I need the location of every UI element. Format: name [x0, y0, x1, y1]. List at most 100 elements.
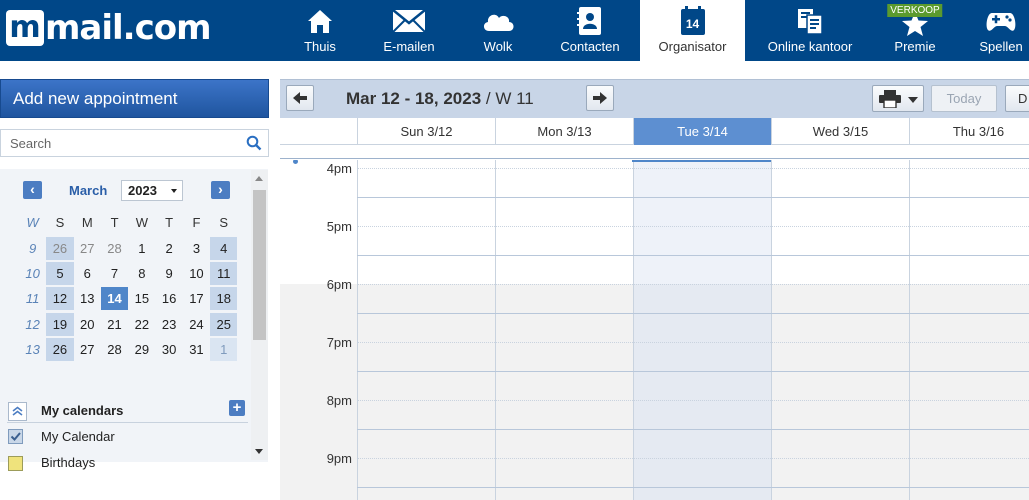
mini-calendar-day[interactable]: 26 [46, 236, 74, 260]
hour-label: 4pm [326, 161, 352, 176]
nav-premie[interactable]: VERKOOP Premie [885, 0, 945, 61]
nav-wolk[interactable]: Wolk [478, 0, 518, 61]
nav-label: Contacten [560, 39, 620, 54]
mini-calendar-day[interactable]: 10 [183, 262, 210, 285]
mini-calendar-day[interactable]: 11 [210, 261, 238, 285]
search-input[interactable] [10, 135, 230, 151]
mini-calendar-day[interactable]: 14 [100, 287, 129, 311]
day-header[interactable]: Sun 3/12 [357, 118, 495, 145]
date-range: Mar 12 - 18, 2023 [346, 89, 482, 108]
scroll-down-arrow-icon[interactable] [255, 449, 263, 454]
day-column[interactable] [495, 160, 633, 500]
mini-calendar-day[interactable]: 18 [210, 287, 238, 311]
date-range-title: Mar 12 - 18, 2023 / W 11 [346, 89, 534, 109]
week-number[interactable]: 9 [19, 237, 46, 260]
mini-calendar-day[interactable]: 23 [155, 313, 182, 336]
add-calendar-button[interactable]: + [229, 400, 245, 416]
day-column[interactable] [357, 160, 495, 500]
mini-calendar-day[interactable]: 19 [46, 312, 74, 336]
nav-organisator[interactable]: 14 Organisator [640, 0, 745, 61]
mini-calendar-day[interactable]: 1 [128, 237, 155, 260]
mini-calendar-day[interactable]: 13 [74, 287, 101, 310]
mini-calendar-day[interactable]: 12 [46, 287, 74, 311]
today-button[interactable]: Today [931, 85, 997, 112]
nav-thuis[interactable]: Thuis [296, 0, 344, 61]
mini-calendar-day[interactable]: 28 [101, 338, 128, 361]
next-month-button[interactable]: › [211, 181, 230, 199]
mini-calendar-day[interactable]: 16 [155, 287, 182, 310]
day-header[interactable]: Thu 3/16 [909, 118, 1029, 145]
mini-calendar-day[interactable]: 20 [74, 313, 101, 336]
calendar-item-birthdays[interactable]: Birthdays [8, 454, 238, 472]
mini-calendar-day[interactable]: 26 [46, 338, 74, 362]
day-column[interactable] [771, 160, 909, 500]
mini-calendar-day[interactable]: 31 [183, 338, 210, 361]
mini-calendar-day[interactable]: 9 [155, 262, 182, 285]
day-header[interactable]: Tue 3/14 [633, 118, 771, 145]
scrollbar-thumb[interactable] [253, 190, 266, 340]
search-icon[interactable] [246, 135, 262, 156]
logo-text: mail.com [45, 8, 212, 48]
mini-calendar-day[interactable]: 6 [74, 262, 101, 285]
calendar-checkbox[interactable] [8, 429, 23, 444]
week-number[interactable]: 11 [19, 287, 46, 310]
nav-label: Wolk [483, 39, 513, 54]
view-day-button[interactable]: D [1005, 85, 1029, 112]
nav-spellen[interactable]: Spellen [976, 0, 1026, 61]
calendar-icon-date: 14 [685, 17, 700, 31]
day-column[interactable] [633, 160, 771, 500]
collapse-toggle[interactable] [8, 402, 27, 421]
nav-label: Online kantoor [767, 39, 853, 54]
hour-label: 7pm [326, 335, 352, 350]
week-number[interactable]: 13 [19, 338, 46, 361]
week-number[interactable]: 12 [19, 313, 46, 336]
mini-calendar-day[interactable]: 17 [183, 287, 210, 310]
mini-calendar-week-row: 11 12 13 14 15 16 17 18 [19, 286, 238, 311]
nav-online-kantoor[interactable]: Online kantoor [764, 0, 856, 61]
mini-calendar-day[interactable]: 15 [128, 287, 155, 310]
mini-calendar-day[interactable]: 27 [74, 338, 101, 361]
contacts-book-icon [577, 5, 603, 37]
mini-calendar-day[interactable]: 22 [128, 313, 155, 336]
mini-calendar-day[interactable]: 3 [183, 237, 210, 260]
mini-calendar-day[interactable]: 27 [74, 237, 101, 260]
mini-calendar-day[interactable]: 25 [210, 312, 238, 336]
mini-calendar-day[interactable]: 24 [183, 313, 210, 336]
nav-e-mailen[interactable]: E-mailen [377, 0, 441, 61]
mini-calendar-week-row: 12 19 20 21 22 23 24 25 [19, 312, 238, 337]
mini-calendar-day[interactable]: 2 [155, 237, 182, 260]
mini-calendar-day[interactable]: 5 [46, 261, 74, 285]
day-header[interactable]: Mon 3/13 [495, 118, 633, 145]
mini-calendar-day[interactable]: 1 [210, 338, 238, 362]
mini-calendar-day[interactable]: 28 [101, 237, 128, 260]
day-header[interactable]: Wed 3/15 [771, 118, 909, 145]
scroll-up-arrow-icon[interactable] [255, 176, 263, 181]
calendar-checkbox[interactable] [8, 456, 23, 471]
logo-mark: m [6, 10, 44, 46]
nav-contacten[interactable]: Contacten [556, 0, 624, 61]
mini-calendar-day[interactable]: 29 [128, 338, 155, 361]
year-select[interactable]: 2023 [121, 180, 183, 201]
add-appointment-button[interactable]: Add new appointment [0, 79, 269, 118]
current-time-indicator [632, 160, 771, 162]
cloud-icon [481, 5, 515, 37]
all-day-row[interactable] [280, 146, 1029, 159]
mini-calendar-day[interactable]: 4 [210, 236, 238, 260]
hour-label: 8pm [326, 393, 352, 408]
mailcom-logo[interactable]: m mail.com [6, 8, 212, 48]
print-menu-button[interactable] [872, 85, 924, 112]
next-week-button[interactable] [586, 85, 614, 111]
day-column[interactable] [909, 160, 1029, 500]
my-calendars-title: My calendars [41, 403, 124, 418]
year-value: 2023 [128, 183, 157, 198]
half-hour-gridline [357, 371, 1029, 372]
mini-calendar-day[interactable]: 8 [128, 262, 155, 285]
mini-calendar-day[interactable]: 21 [101, 313, 128, 336]
mini-calendar-day[interactable]: 30 [155, 338, 182, 361]
mini-calendar-day[interactable]: 7 [101, 262, 128, 285]
calendar-item-my-calendar[interactable]: My Calendar [8, 428, 238, 446]
chevron-down-icon [908, 97, 918, 103]
prev-month-button[interactable]: ‹ [23, 181, 42, 199]
previous-week-button[interactable] [286, 85, 314, 111]
week-number[interactable]: 10 [19, 262, 46, 285]
